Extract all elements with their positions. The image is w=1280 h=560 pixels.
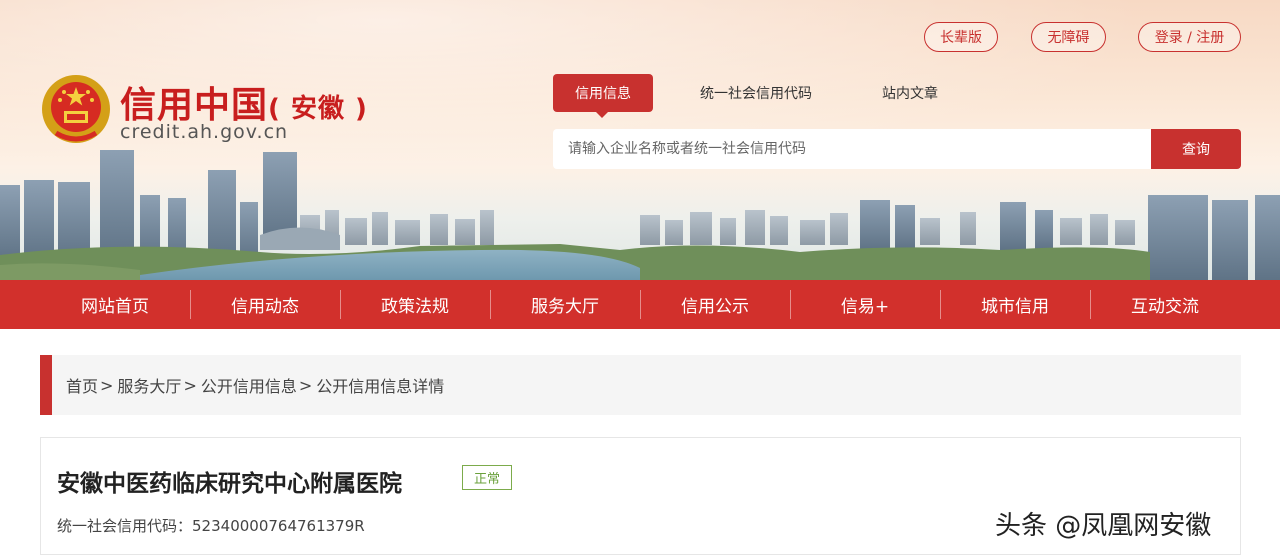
credit-code-value: 52340000764761379R (192, 517, 365, 535)
national-emblem-logo (42, 75, 110, 143)
breadcrumb-separator: > (100, 375, 114, 395)
breadcrumb-home[interactable]: 首页 (66, 373, 98, 397)
header-banner: 信用中国( 安徽 ) credit.ah.gov.cn 长辈版 无障碍 登录 /… (0, 0, 1280, 280)
search-input[interactable] (553, 129, 1151, 169)
nav-item-home[interactable]: 网站首页 (40, 280, 190, 329)
nav-item-city-credit[interactable]: 城市信用 (940, 280, 1090, 329)
site-title-region: ( 安徽 ) (268, 94, 368, 124)
breadcrumb-public-credit-info[interactable]: 公开信用信息 (201, 373, 297, 397)
tab-site-articles[interactable]: 站内文章 (865, 74, 955, 112)
watermark: 头条 @凤凰网安徽 (995, 511, 1212, 541)
nav-item-credit-news[interactable]: 信用动态 (190, 280, 340, 329)
nav-item-policy[interactable]: 政策法规 (340, 280, 490, 329)
tab-credit-code[interactable]: 统一社会信用代码 (686, 74, 826, 112)
breadcrumb-separator: > (183, 375, 197, 395)
credit-code-line: 统一社会信用代码：52340000764761379R (57, 515, 365, 536)
elder-mode-button[interactable]: 长辈版 (924, 22, 998, 52)
breadcrumb-current: 公开信用信息详情 (316, 377, 445, 396)
site-url: credit.ah.gov.cn (120, 121, 289, 143)
site-title-main: 信用中国 (120, 85, 269, 126)
active-tab-caret-icon (595, 111, 609, 118)
search-button[interactable]: 查询 (1151, 129, 1241, 169)
accessibility-button[interactable]: 无障碍 (1031, 22, 1106, 52)
main-nav: 网站首页 信用动态 政策法规 服务大厅 信用公示 信易+ 城市信用 互动交流 (0, 280, 1280, 329)
tab-credit-info[interactable]: 信用信息 (553, 74, 653, 112)
breadcrumb-service-hall[interactable]: 服务大厅 (117, 373, 181, 397)
breadcrumb: 首页 > 服务大厅 > 公开信用信息 > 公开信用信息详情 (40, 355, 1241, 415)
nav-item-service-hall[interactable]: 服务大厅 (490, 280, 640, 329)
credit-code-label: 统一社会信用代码： (57, 517, 193, 535)
org-name: 安徽中医药临床研究中心附属医院 (57, 471, 402, 497)
nav-item-interaction[interactable]: 互动交流 (1090, 280, 1240, 329)
status-badge: 正常 (462, 465, 512, 490)
nav-item-credit-public[interactable]: 信用公示 (640, 280, 790, 329)
nav-item-xinyi-plus[interactable]: 信易+ (790, 280, 940, 329)
breadcrumb-accent-bar (40, 355, 52, 415)
login-register-button[interactable]: 登录 / 注册 (1138, 22, 1241, 52)
breadcrumb-separator: > (298, 375, 313, 395)
